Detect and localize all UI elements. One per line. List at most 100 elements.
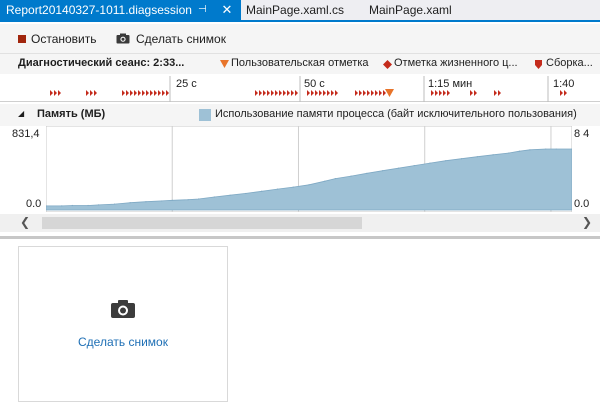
red-diamond-icon bbox=[383, 60, 392, 69]
data-point bbox=[213, 196, 215, 198]
lifecycle-marker bbox=[307, 90, 310, 96]
data-point bbox=[350, 175, 352, 177]
data-point bbox=[197, 198, 200, 200]
y-max-label: 831,4 bbox=[12, 128, 40, 140]
tab-label: Report20140327-1011.diagsession bbox=[6, 3, 192, 17]
data-point bbox=[308, 184, 310, 186]
timeline-markers bbox=[50, 76, 567, 102]
tab-mainpage-xaml-cs[interactable]: MainPage.xaml.cs bbox=[246, 0, 344, 20]
scroll-right-icon[interactable]: ❯ bbox=[582, 215, 592, 229]
legend-label: Сборка... bbox=[546, 57, 593, 69]
lifecycle-marker bbox=[439, 90, 442, 96]
user-mark-marker[interactable] bbox=[385, 89, 394, 97]
horizontal-scrollbar[interactable]: ❮ ❯ bbox=[0, 214, 600, 232]
data-point bbox=[334, 178, 336, 180]
data-point bbox=[382, 170, 384, 172]
lifecycle-marker bbox=[263, 90, 266, 96]
memory-usage-chart[interactable] bbox=[46, 126, 572, 212]
lifecycle-marker bbox=[134, 90, 137, 96]
data-point bbox=[261, 190, 263, 192]
memory-header: ◢ Память (МБ) Использование памяти проце… bbox=[0, 104, 600, 126]
lifecycle-marker bbox=[371, 90, 374, 96]
lifecycle-marker bbox=[498, 90, 501, 96]
collapse-triangle-icon[interactable]: ◢ bbox=[18, 109, 24, 118]
y-min-label-right: 0.0 bbox=[574, 198, 590, 210]
lifecycle-marker bbox=[154, 90, 157, 96]
data-point bbox=[545, 148, 547, 150]
tab-label: MainPage.xaml.cs bbox=[246, 3, 345, 17]
lifecycle-marker bbox=[359, 90, 362, 96]
tab-diagsession[interactable]: Report20140327-1011.diagsession ⊣ ✕ bbox=[0, 0, 241, 20]
lifecycle-marker bbox=[323, 90, 326, 96]
data-point bbox=[229, 194, 231, 196]
tab-mainpage-xaml[interactable]: MainPage.xaml bbox=[369, 0, 452, 20]
data-point bbox=[518, 150, 520, 152]
lifecycle-marker bbox=[443, 90, 446, 96]
lifecycle-marker bbox=[363, 90, 366, 96]
data-point bbox=[397, 167, 400, 169]
lifecycle-marker bbox=[279, 90, 282, 96]
data-point bbox=[161, 200, 163, 202]
lifecycle-marker bbox=[295, 90, 298, 96]
close-icon[interactable]: ✕ bbox=[218, 0, 236, 20]
data-point bbox=[98, 204, 100, 206]
lifecycle-marker bbox=[315, 90, 318, 96]
data-point bbox=[61, 205, 63, 207]
data-point bbox=[245, 192, 247, 195]
camera-icon bbox=[116, 33, 130, 44]
lifecycle-marker bbox=[126, 90, 129, 96]
lifecycle-marker bbox=[564, 90, 567, 96]
data-point bbox=[324, 180, 326, 182]
lifecycle-marker bbox=[275, 90, 278, 96]
data-point bbox=[476, 156, 478, 158]
memory-legend: Использование памяти процесса (байт искл… bbox=[215, 108, 577, 120]
memory-title: Память (МБ) bbox=[37, 108, 106, 120]
scroll-left-icon[interactable]: ❮ bbox=[20, 215, 30, 229]
lifecycle-marker bbox=[291, 90, 294, 96]
legend-label: Отметка жизненного ц... bbox=[394, 57, 518, 69]
lifecycle-marker bbox=[494, 90, 497, 96]
data-point bbox=[366, 172, 368, 174]
lifecycle-marker bbox=[255, 90, 258, 96]
lifecycle-marker bbox=[335, 90, 338, 96]
timeline-ruler[interactable]: 25 с 50 с 1:15 мин 1:40 bbox=[0, 76, 600, 102]
lifecycle-marker bbox=[271, 90, 274, 96]
toolbar: Остановить Сделать снимок bbox=[0, 24, 600, 54]
tick-label: 1:40 bbox=[553, 78, 575, 90]
lifecycle-marker bbox=[267, 90, 270, 96]
pin-icon[interactable]: ⊣ bbox=[198, 0, 207, 20]
lifecycle-marker bbox=[94, 90, 97, 96]
data-point bbox=[87, 204, 89, 207]
take-snapshot-card[interactable]: Сделать снимок bbox=[18, 246, 228, 402]
data-point bbox=[276, 188, 279, 190]
lifecycle-marker bbox=[287, 90, 290, 96]
data-point bbox=[529, 149, 531, 151]
lifecycle-marker bbox=[311, 90, 314, 96]
lifecycle-marker bbox=[166, 90, 169, 96]
lifecycle-marker bbox=[470, 90, 473, 96]
lifecycle-marker bbox=[50, 90, 53, 96]
orange-triangle-icon bbox=[220, 60, 229, 68]
legend-swatch bbox=[199, 109, 211, 121]
tick-label: 25 с bbox=[176, 78, 197, 90]
scroll-thumb[interactable] bbox=[42, 217, 362, 229]
lifecycle-marker bbox=[259, 90, 262, 96]
data-point bbox=[292, 186, 294, 188]
lifecycle-marker bbox=[331, 90, 334, 96]
lifecycle-marker bbox=[142, 90, 145, 96]
data-point bbox=[429, 162, 431, 164]
take-snapshot-link[interactable]: Сделать снимок bbox=[19, 335, 227, 349]
camera-icon bbox=[111, 300, 135, 318]
data-point bbox=[445, 160, 447, 162]
lifecycle-marker bbox=[58, 90, 61, 96]
lifecycle-marker bbox=[431, 90, 434, 96]
data-point bbox=[187, 199, 189, 201]
lifecycle-marker bbox=[146, 90, 149, 96]
lifecycle-marker bbox=[130, 90, 133, 96]
data-point bbox=[460, 158, 463, 160]
data-point bbox=[113, 203, 115, 205]
stop-icon bbox=[18, 35, 26, 43]
lifecycle-marker bbox=[122, 90, 125, 96]
lifecycle-marker bbox=[86, 90, 89, 96]
lifecycle-marker bbox=[474, 90, 477, 96]
